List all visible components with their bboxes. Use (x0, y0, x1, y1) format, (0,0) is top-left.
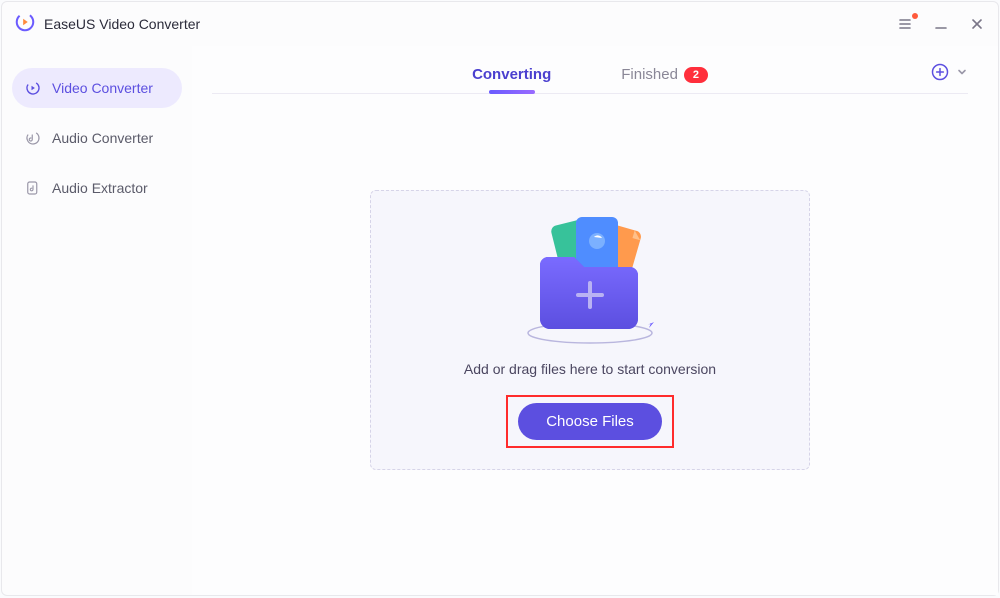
menu-button[interactable] (896, 15, 914, 33)
close-icon (970, 17, 984, 31)
audio-extractor-icon (24, 179, 42, 197)
app-logo-group: EaseUS Video Converter (14, 11, 200, 38)
dropzone-hint: Add or drag files here to start conversi… (464, 361, 716, 377)
plus-circle-icon (930, 62, 950, 82)
window-controls (896, 2, 986, 46)
notification-dot-icon (912, 13, 918, 19)
sidebar-item-label: Video Converter (52, 80, 153, 96)
titlebar: EaseUS Video Converter (2, 2, 998, 46)
body-area: Video Converter Audio Converter (2, 46, 998, 595)
app-window: EaseUS Video Converter (1, 1, 999, 596)
tab-finished[interactable]: Finished 2 (621, 56, 708, 93)
sidebar: Video Converter Audio Converter (2, 46, 192, 595)
close-button[interactable] (968, 15, 986, 33)
app-title: EaseUS Video Converter (44, 16, 200, 32)
menu-icon (897, 16, 913, 32)
sidebar-item-video-converter[interactable]: Video Converter (12, 68, 182, 108)
main-panel: Converting Finished 2 (192, 46, 998, 595)
folder-illustration-icon (510, 213, 670, 343)
tab-label: Converting (472, 66, 551, 83)
dropzone[interactable]: Add or drag files here to start conversi… (370, 190, 810, 470)
choose-files-button[interactable]: Choose Files (518, 403, 662, 440)
audio-converter-icon (24, 129, 42, 147)
tab-converting[interactable]: Converting (472, 56, 551, 93)
sidebar-item-label: Audio Converter (52, 130, 153, 146)
app-logo-icon (14, 11, 36, 38)
chevron-down-icon (956, 66, 968, 78)
tabs: Converting Finished 2 (212, 56, 968, 94)
sidebar-item-audio-extractor[interactable]: Audio Extractor (12, 168, 182, 208)
sidebar-item-audio-converter[interactable]: Audio Converter (12, 118, 182, 158)
add-button[interactable] (930, 62, 968, 82)
minimize-icon (934, 17, 948, 31)
finished-count-badge: 2 (684, 67, 708, 83)
sidebar-item-label: Audio Extractor (52, 180, 148, 196)
choose-files-highlight: Choose Files (506, 395, 674, 448)
video-converter-icon (24, 79, 42, 97)
tab-label: Finished (621, 66, 678, 83)
minimize-button[interactable] (932, 15, 950, 33)
